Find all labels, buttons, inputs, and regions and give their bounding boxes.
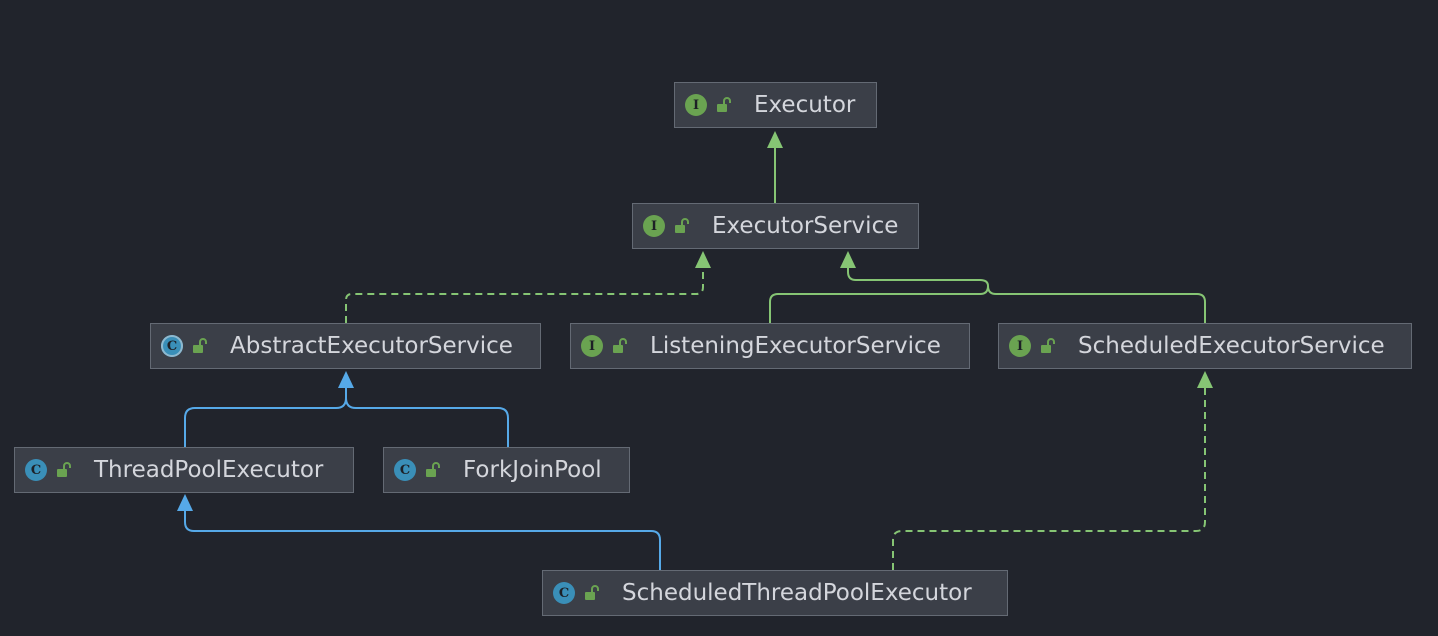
node-label: Executor [754,92,856,118]
node-label: AbstractExecutorService [230,333,513,359]
abstract-class-icon: C [161,335,183,357]
node-scheduled-thread-pool-executor[interactable]: C ScheduledThreadPoolExecutor [542,570,1008,616]
class-diagram-canvas: I Executor I ExecutorService C AbstractE… [0,0,1438,636]
node-executor[interactable]: I Executor [674,82,877,128]
unlocked-icon [193,338,207,353]
class-icon: C [25,459,47,481]
node-abstract-executor-service[interactable]: C AbstractExecutorService [150,323,541,369]
unlocked-icon [1041,338,1055,353]
node-fork-join-pool[interactable]: C ForkJoinPool [383,447,630,493]
edge-forkjoinpool-abstractexecutorservice [345,397,509,447]
node-label: ScheduledThreadPoolExecutor [622,580,972,606]
edge-listeningexecutorservice-executorservice [769,268,990,323]
node-listening-executor-service[interactable]: I ListeningExecutorService [570,323,970,369]
unlocked-icon [585,585,599,600]
unlocked-icon [717,97,731,112]
node-thread-pool-executor[interactable]: C ThreadPoolExecutor [14,447,354,493]
edge-abstractexecutorservice-executorservice [345,268,704,323]
node-label: ScheduledExecutorService [1078,333,1385,359]
node-label: ExecutorService [712,213,899,239]
arrowhead-abstractexecutorservice [338,371,354,388]
interface-icon: I [1009,335,1031,357]
arrowhead-executor [767,131,783,148]
arrowhead-executorservice-left [695,251,711,268]
node-executor-service[interactable]: I ExecutorService [632,203,919,249]
node-label: ThreadPoolExecutor [94,457,324,483]
interface-icon: I [581,335,603,357]
class-icon: C [394,459,416,481]
edge-scheduledexecutorservice-executorservice [987,285,1206,323]
node-label: ListeningExecutorService [650,333,941,359]
unlocked-icon [57,462,71,477]
arrowhead-threadpoolexecutor [177,494,193,511]
interface-icon: I [685,94,707,116]
class-icon: C [553,582,575,604]
edge-scheduledthreadpoolexecutor-scheduledexecutorservice [892,388,1206,570]
unlocked-icon [426,462,440,477]
interface-icon: I [643,215,665,237]
node-label: ForkJoinPool [463,457,602,483]
edge-scheduledthreadpoolexecutor-threadpoolexecutor [184,511,661,570]
edge-threadpoolexecutor-abstractexecutorservice [184,388,347,447]
unlocked-icon [613,338,627,353]
arrowhead-executorservice-right [840,251,856,268]
node-scheduled-executor-service[interactable]: I ScheduledExecutorService [998,323,1412,369]
unlocked-icon [675,218,689,233]
arrowhead-scheduledexecutorservice [1197,371,1213,388]
